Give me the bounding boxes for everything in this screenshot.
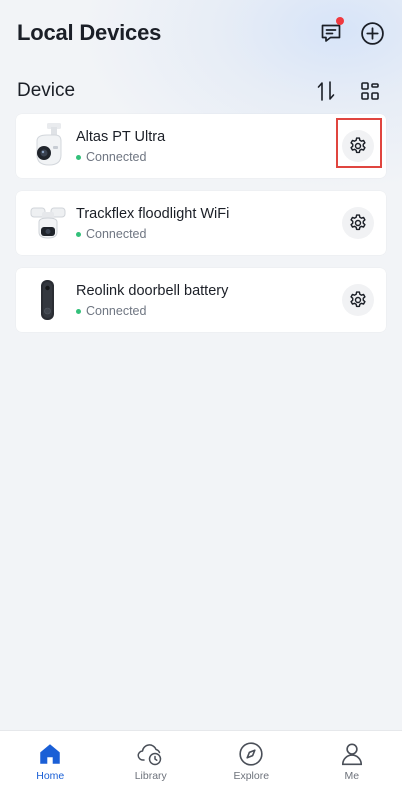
doorbell-icon bbox=[41, 280, 54, 320]
online-dot bbox=[76, 154, 81, 160]
plus-circle-icon bbox=[360, 21, 384, 45]
unread-badge bbox=[336, 17, 344, 25]
user-icon bbox=[341, 743, 362, 766]
compass-icon bbox=[239, 742, 263, 766]
device-thumbnail bbox=[28, 195, 68, 251]
device-card-trackflex-floodlight[interactable]: Trackflex floodlight WiFi Connected bbox=[16, 191, 386, 255]
device-section-header: Device bbox=[17, 78, 385, 104]
tab-label: Explore bbox=[233, 770, 270, 782]
tab-library[interactable]: Library bbox=[101, 731, 202, 809]
gear-icon bbox=[350, 291, 366, 308]
device-settings-button[interactable] bbox=[342, 284, 374, 316]
device-info: Trackflex floodlight WiFi Connected bbox=[76, 205, 386, 241]
device-status: Connected bbox=[76, 304, 386, 318]
gear-icon bbox=[350, 137, 366, 154]
tab-me[interactable]: Me bbox=[302, 731, 402, 809]
device-status-label: Connected bbox=[86, 150, 147, 164]
floodlight-camera-icon bbox=[30, 207, 66, 239]
device-settings-button[interactable] bbox=[342, 207, 374, 239]
header-actions bbox=[318, 17, 385, 46]
tab-explore[interactable]: Explore bbox=[201, 731, 302, 809]
device-name: Altas PT Ultra bbox=[76, 129, 166, 145]
cloud-clock-icon bbox=[137, 744, 161, 766]
device-thumbnail bbox=[28, 118, 68, 174]
pt-camera-icon bbox=[36, 123, 62, 166]
messages-button[interactable] bbox=[318, 17, 344, 46]
device-list: Altas PT Ultra Connected Trackflex flood… bbox=[16, 114, 386, 345]
device-name: Trackflex floodlight WiFi bbox=[76, 206, 230, 222]
online-dot bbox=[76, 308, 81, 314]
device-status: Connected bbox=[76, 227, 386, 241]
device-name: Reolink doorbell battery bbox=[76, 283, 229, 299]
section-title: Device bbox=[17, 80, 76, 101]
gear-icon bbox=[350, 214, 366, 231]
device-settings-button[interactable] bbox=[342, 130, 374, 162]
add-device-button[interactable] bbox=[359, 20, 385, 46]
device-thumbnail bbox=[28, 272, 68, 328]
tab-label: Library bbox=[134, 770, 167, 782]
device-info: Reolink doorbell battery Connected bbox=[76, 282, 386, 318]
sort-arrows-icon bbox=[317, 81, 335, 101]
online-dot bbox=[76, 231, 81, 237]
device-card-reolink-doorbell[interactable]: Reolink doorbell battery Connected bbox=[16, 268, 386, 332]
home-icon bbox=[40, 744, 60, 764]
sort-button[interactable] bbox=[313, 78, 339, 104]
app-header: Local Devices bbox=[17, 17, 385, 47]
device-status-label: Connected bbox=[86, 227, 147, 241]
device-card-altas-pt-ultra[interactable]: Altas PT Ultra Connected bbox=[16, 114, 386, 178]
tab-label: Home bbox=[36, 770, 65, 782]
grid-layout-icon bbox=[361, 82, 379, 100]
bottom-tab-bar: Home Library Explore Me bbox=[0, 730, 402, 809]
device-status-label: Connected bbox=[86, 304, 147, 318]
device-info: Altas PT Ultra Connected bbox=[76, 128, 386, 164]
page-title: Local Devices bbox=[17, 20, 162, 45]
tab-home[interactable]: Home bbox=[0, 731, 101, 809]
section-actions bbox=[313, 78, 383, 104]
layout-toggle-button[interactable] bbox=[357, 78, 383, 104]
device-status: Connected bbox=[76, 150, 386, 164]
tab-label: Me bbox=[344, 770, 360, 782]
